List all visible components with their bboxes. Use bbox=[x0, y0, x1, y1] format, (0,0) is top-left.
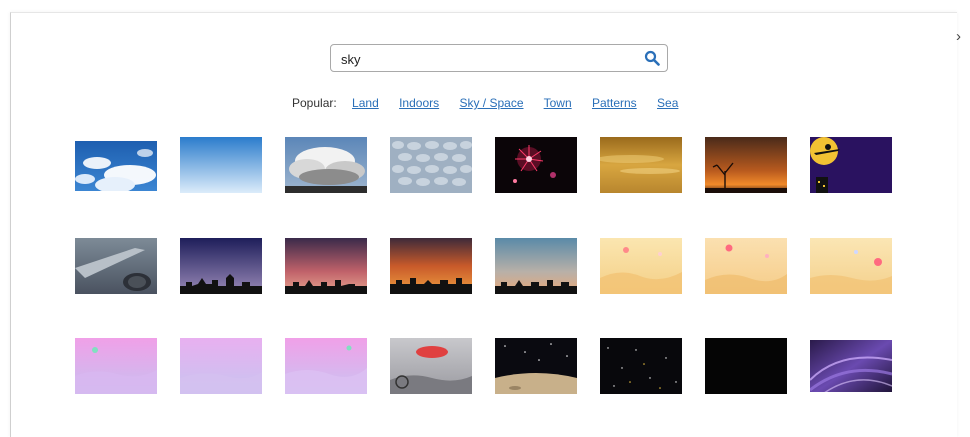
thumb-golden-sky[interactable] bbox=[600, 137, 682, 193]
popular-label: Popular: bbox=[292, 96, 337, 110]
popular-link-town[interactable]: Town bbox=[544, 96, 572, 110]
chevron-right-icon[interactable]: › bbox=[956, 27, 968, 47]
thumb-sunset-tree[interactable] bbox=[705, 137, 787, 193]
thumb-airplane-wing[interactable] bbox=[75, 238, 157, 294]
thumb-pastel-desert-1[interactable] bbox=[600, 238, 682, 294]
search-icon[interactable] bbox=[644, 50, 660, 66]
thumb-blue-orange-city-skyline[interactable] bbox=[495, 238, 577, 294]
popular-link-land[interactable]: Land bbox=[352, 96, 379, 110]
thumb-pink-fantasy-3[interactable] bbox=[285, 338, 367, 394]
popular-links-row: Popular: Land Indoors Sky / Space Town P… bbox=[292, 96, 695, 112]
thumb-mackerel-clouds[interactable] bbox=[390, 137, 472, 193]
thumb-blue-sky-clouds[interactable] bbox=[75, 141, 157, 191]
popular-link-sky-space[interactable]: Sky / Space bbox=[459, 96, 523, 110]
thumb-pink-fantasy-1[interactable] bbox=[75, 338, 157, 394]
thumb-blue-gradient-sky[interactable] bbox=[180, 137, 262, 193]
popular-link-indoors[interactable]: Indoors bbox=[399, 96, 439, 110]
thumb-storm-clouds[interactable] bbox=[285, 137, 367, 193]
popular-link-patterns[interactable]: Patterns bbox=[592, 96, 637, 110]
thumb-dusk-city-skyline[interactable] bbox=[285, 238, 367, 294]
thumb-orange-city-skyline[interactable] bbox=[390, 238, 472, 294]
thumb-purple-swirl[interactable] bbox=[810, 340, 892, 392]
thumb-starry-night[interactable] bbox=[600, 338, 682, 394]
thumb-pastel-desert-2[interactable] bbox=[705, 238, 787, 294]
thumb-pastel-desert-3[interactable] bbox=[810, 238, 892, 294]
thumb-pink-fantasy-2[interactable] bbox=[180, 338, 262, 394]
thumb-black-space[interactable] bbox=[705, 338, 787, 394]
thumb-grey-airship[interactable] bbox=[390, 338, 472, 394]
popular-link-sea[interactable]: Sea bbox=[657, 96, 678, 110]
thumb-night-city-skyline[interactable] bbox=[180, 238, 262, 294]
search-box bbox=[330, 44, 668, 72]
thumb-moon-surface[interactable] bbox=[495, 338, 577, 394]
search-input[interactable] bbox=[339, 48, 633, 70]
thumb-halloween-witch-moon[interactable] bbox=[810, 137, 892, 193]
thumb-fireworks[interactable] bbox=[495, 137, 577, 193]
